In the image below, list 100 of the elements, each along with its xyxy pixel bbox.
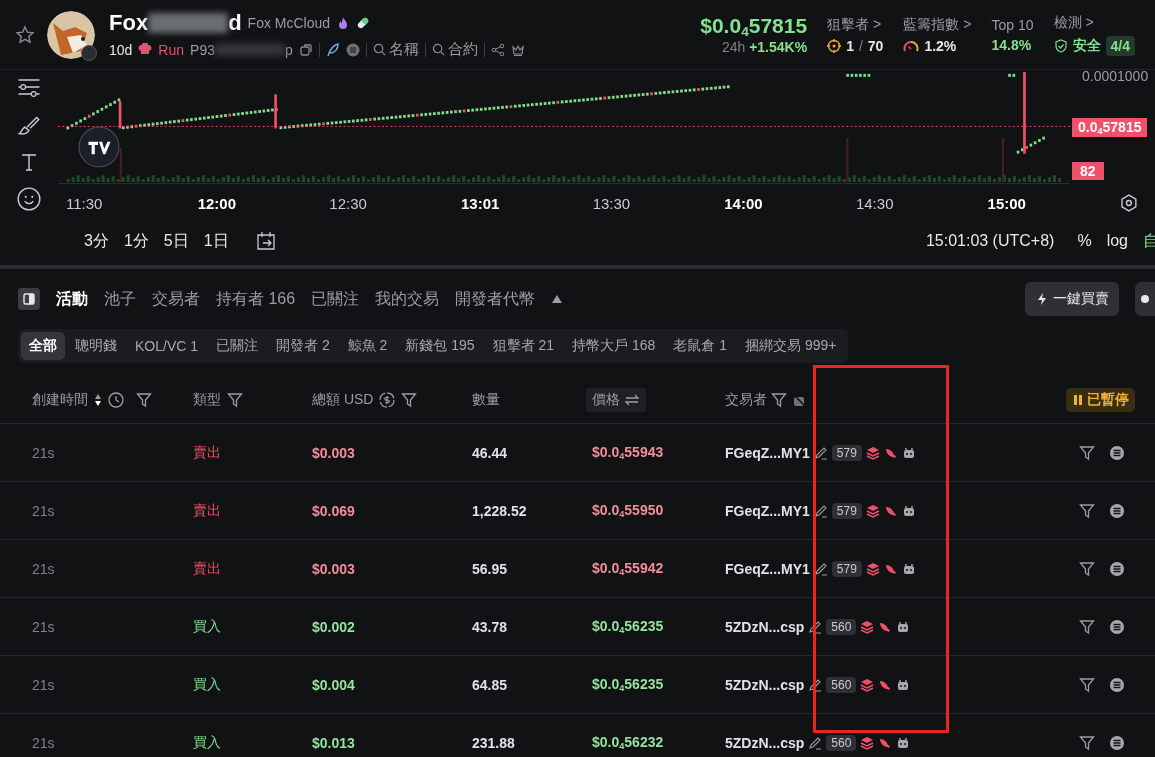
trade-type-cell-text: 買入 xyxy=(193,617,222,636)
layers-icon xyxy=(860,735,875,750)
filter-chip[interactable]: 持幣大戶 168 xyxy=(564,332,664,360)
filter-icon[interactable] xyxy=(136,392,152,408)
trader-address[interactable]: FGeqZ...MY1 xyxy=(725,560,810,577)
filter-icon[interactable] xyxy=(1079,502,1095,519)
pencil-icon[interactable] xyxy=(813,561,828,576)
quantity-cell-text: 43.78 xyxy=(472,618,509,635)
collapse-caret-icon[interactable] xyxy=(551,294,564,304)
filter-icon[interactable] xyxy=(1079,560,1095,577)
column-header[interactable]: 數量 xyxy=(472,391,500,409)
quantity-cell-text: 231.88 xyxy=(472,734,516,751)
search-link[interactable]: 合約 xyxy=(431,40,478,59)
quantity-cell-text: 56.95 xyxy=(472,560,509,577)
quantity-cell-text: 64.85 xyxy=(472,676,509,693)
filter-icon[interactable] xyxy=(1079,734,1095,751)
chart-logo-icon[interactable] xyxy=(78,126,120,168)
log-toggle[interactable]: log xyxy=(1106,232,1128,250)
tab[interactable]: 活動 xyxy=(56,288,88,310)
panel-toggle-icon[interactable] xyxy=(18,288,40,310)
menu-circle-icon[interactable] xyxy=(1109,618,1125,635)
tab[interactable]: 持有者 166 xyxy=(216,288,296,310)
quantity-cell-text: 1,228.52 xyxy=(472,502,528,519)
stat-label[interactable]: 狙擊者 > xyxy=(827,15,884,34)
interval-button[interactable]: 1日 xyxy=(203,230,229,252)
time-cell-text: 21s xyxy=(32,676,56,693)
feather-icon[interactable] xyxy=(325,42,340,57)
amount-cell-text: $0.069 xyxy=(312,502,356,519)
column-header[interactable]: 創建時間 xyxy=(32,391,88,409)
filter-chip[interactable]: 已關注 xyxy=(208,332,267,360)
pencil-icon[interactable] xyxy=(808,735,823,750)
trade-count-badge: 579 xyxy=(831,560,862,577)
trader-address[interactable]: 5ZDzN...csp xyxy=(725,618,805,635)
filter-icon[interactable] xyxy=(227,392,243,408)
tab[interactable]: 我的交易 xyxy=(375,288,440,310)
trader-address[interactable]: FGeqZ...MY1 xyxy=(725,444,810,461)
stat-label[interactable]: Top 10 xyxy=(991,16,1034,33)
column-header[interactable]: 總額 USD xyxy=(312,391,374,409)
copy-icon[interactable] xyxy=(298,42,313,57)
percent-toggle[interactable]: % xyxy=(1077,232,1092,250)
price-cell-text: $0.0$_{4}$55942 xyxy=(592,559,665,578)
filter-chip[interactable]: 聰明錢 xyxy=(67,332,125,360)
interval-button[interactable]: 1分 xyxy=(123,230,149,252)
stat-label[interactable]: 藍籌指數 > xyxy=(903,15,972,34)
tab[interactable]: 開發者代幣 xyxy=(455,288,536,310)
interval-button[interactable]: 3分 xyxy=(84,230,109,252)
robot-icon xyxy=(896,735,911,750)
menu-circle-icon[interactable] xyxy=(1109,676,1125,693)
star-icon[interactable] xyxy=(15,24,35,45)
filter-chip[interactable]: 捆綁交易 999+ xyxy=(737,332,845,360)
filter-icon[interactable] xyxy=(401,392,418,408)
quick-trade-button[interactable]: 一鍵買賣 xyxy=(1025,282,1119,316)
layers-icon xyxy=(860,677,875,692)
pencil-icon[interactable] xyxy=(813,503,828,518)
filter-chip[interactable]: 老鼠倉 1 xyxy=(665,332,736,360)
interval-button[interactable]: 5日 xyxy=(163,230,189,252)
tab[interactable]: 池子 xyxy=(104,288,136,310)
filter-chip[interactable]: KOL/VC 1 xyxy=(127,332,207,360)
menu-circle-icon[interactable] xyxy=(1109,560,1125,577)
run-label: Run xyxy=(158,41,185,58)
search-link[interactable]: 名稱 xyxy=(372,40,419,59)
trader-address[interactable]: 5ZDzN...csp xyxy=(725,676,805,693)
filter-icon[interactable] xyxy=(1079,676,1095,693)
tab[interactable]: 已關注 xyxy=(311,288,360,310)
paused-badge[interactable]: 已暫停 xyxy=(1066,388,1135,412)
filter-chip[interactable]: 鯨魚 2 xyxy=(339,332,396,360)
filter-icon[interactable] xyxy=(771,392,787,408)
menu-circle-icon[interactable] xyxy=(345,42,360,57)
filter-chip[interactable]: 開發者 2 xyxy=(268,332,338,360)
smiley-icon[interactable] xyxy=(15,186,43,212)
menu-circle-icon[interactable] xyxy=(1109,502,1125,519)
tab[interactable]: 交易者 xyxy=(152,288,200,310)
pencil-icon[interactable] xyxy=(813,445,828,460)
share-icon[interactable] xyxy=(490,42,505,57)
trade-type-cell-text: 買入 xyxy=(193,733,222,752)
clock-icon[interactable] xyxy=(108,392,124,408)
filter-icon[interactable] xyxy=(1079,618,1095,635)
token-price: $0.0$_{4}$57815 xyxy=(700,13,808,40)
chef-hat-icon xyxy=(138,42,153,57)
stat-label[interactable]: 檢測 > xyxy=(1053,13,1135,32)
sort-icon[interactable] xyxy=(94,393,102,407)
filter-chip[interactable]: 新錢包 195 xyxy=(397,332,483,360)
time-cell-text: 21s xyxy=(32,444,56,461)
trader-address[interactable]: FGeqZ...MY1 xyxy=(725,502,810,519)
column-header[interactable]: 交易者 xyxy=(725,391,767,409)
filter-icon[interactable] xyxy=(1079,444,1095,461)
filter-chip[interactable]: 全部 xyxy=(21,332,65,360)
settings-icon[interactable] xyxy=(1119,193,1140,213)
pencil-icon[interactable] xyxy=(808,619,823,634)
pencil-icon[interactable] xyxy=(808,677,823,692)
more-button[interactable] xyxy=(1135,282,1155,316)
price-column-toggle[interactable]: 價格 xyxy=(586,388,646,412)
filter-chip[interactable]: 狙擊者 21 xyxy=(484,332,563,360)
menu-circle-icon[interactable] xyxy=(1109,734,1125,751)
time-label: 14:30 xyxy=(855,194,895,212)
trader-address[interactable]: 5ZDzN...csp xyxy=(725,734,805,751)
column-header[interactable]: 類型 xyxy=(193,391,221,409)
currency-swap-icon[interactable] xyxy=(379,392,396,408)
menu-circle-icon[interactable] xyxy=(1109,444,1125,461)
crosshair-icon xyxy=(827,38,842,53)
